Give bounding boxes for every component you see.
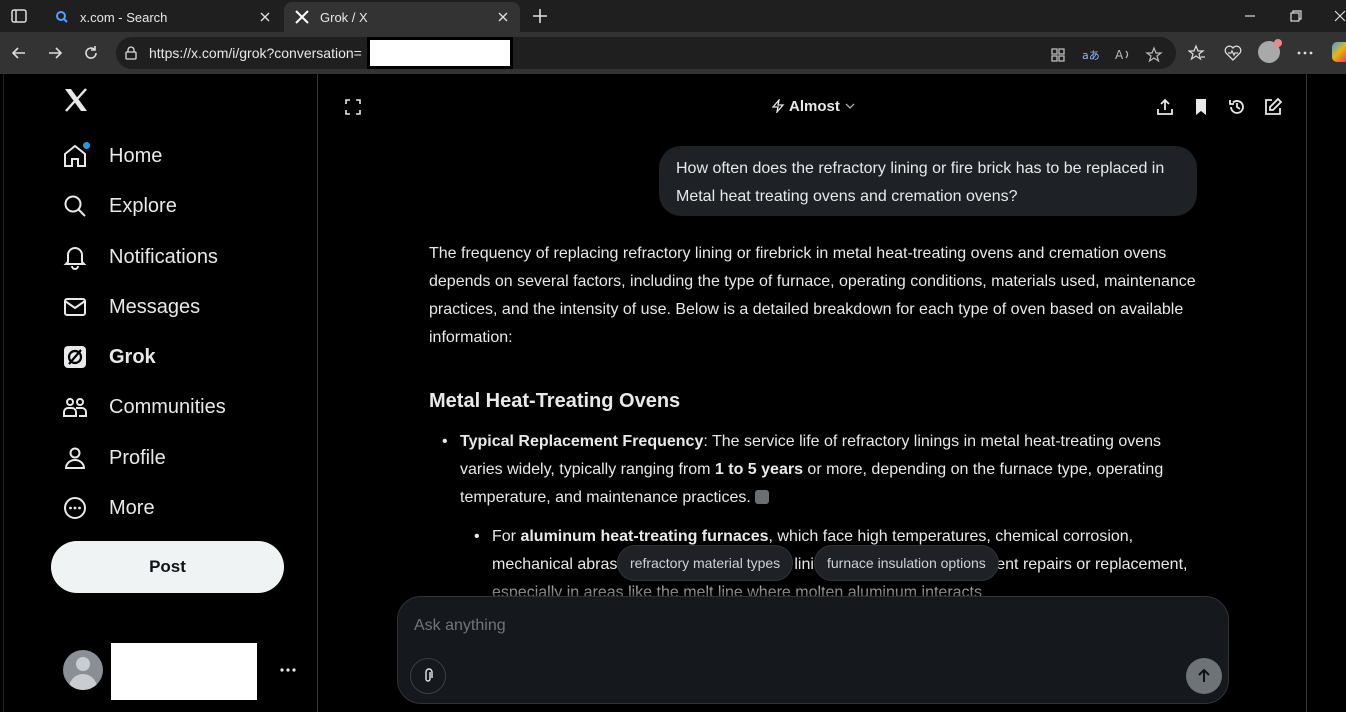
- grok-icon: [64, 346, 86, 368]
- settings-more-icon[interactable]: [1296, 44, 1314, 62]
- model-selector[interactable]: Almost: [771, 96, 856, 116]
- address-bar[interactable]: https://x.com/i/grok?conversation= aあ A: [116, 37, 1176, 69]
- sidebar-item-messages[interactable]: Messages: [62, 287, 200, 327]
- back-icon[interactable]: [10, 44, 28, 62]
- mail-icon: [64, 298, 86, 316]
- sidebar-item-more[interactable]: More: [62, 488, 155, 528]
- svg-text:A: A: [1115, 48, 1124, 62]
- account-more-icon[interactable]: [278, 660, 298, 680]
- redacted-conversation-id: [367, 37, 513, 69]
- tab-actions-icon[interactable]: [10, 7, 28, 25]
- lock-icon[interactable]: [124, 46, 138, 60]
- sidebar-item-home[interactable]: Home: [62, 136, 162, 176]
- post-button[interactable]: Post: [51, 541, 284, 593]
- suggestion-chip[interactable]: refractory material types: [617, 545, 794, 581]
- share-icon[interactable]: [1155, 97, 1175, 117]
- list-item: Typical Replacement Frequency: The servi…: [429, 428, 1199, 512]
- search-icon: [64, 195, 86, 217]
- communities-icon: [63, 398, 87, 417]
- sidebar-item-grok[interactable]: Grok: [62, 337, 156, 377]
- sidebar-item-profile[interactable]: Profile: [62, 438, 166, 478]
- grok-main: Almost How often does the refractory lin…: [319, 74, 1307, 712]
- sidebar-item-label: Grok: [109, 345, 156, 368]
- copilot-icon[interactable]: [1332, 42, 1346, 62]
- bell-icon: [63, 247, 87, 270]
- sidebar-item-label: Messages: [109, 295, 201, 318]
- favorites-icon[interactable]: [1188, 44, 1206, 62]
- response-intro: The frequency of replacing refractory li…: [429, 245, 1196, 346]
- sidebar-item-notifications[interactable]: Notifications: [62, 237, 218, 277]
- sidebar-item-label: Home: [109, 144, 163, 167]
- bullet-label: Typical Replacement Frequency: [460, 433, 704, 450]
- browser-essentials-icon[interactable]: [1224, 44, 1242, 62]
- notification-dot: [83, 142, 90, 149]
- user-message-bubble: How often does the refractory lining or …: [659, 146, 1197, 216]
- composer: [397, 596, 1229, 704]
- refresh-icon[interactable]: [82, 44, 100, 62]
- bullet-label: aluminum heat-treating furnaces: [520, 528, 769, 545]
- forward-icon[interactable]: [46, 44, 64, 62]
- send-button[interactable]: [1186, 658, 1222, 694]
- search-favicon-icon: [56, 11, 68, 23]
- tab-x-search[interactable]: x.com - Search: [44, 2, 282, 32]
- arrow-up-icon: [1198, 668, 1210, 682]
- tab-grok[interactable]: Grok / X: [284, 2, 520, 32]
- read-aloud-icon[interactable]: A: [1114, 46, 1132, 64]
- translate-icon[interactable]: aあ: [1081, 46, 1099, 64]
- sidebar-item-label: Profile: [109, 446, 166, 469]
- sidebar-item-label: Notifications: [109, 245, 218, 268]
- paperclip-icon: [425, 668, 433, 682]
- browser-toolbar: https://x.com/i/grok?conversation= aあ A: [0, 32, 1346, 74]
- history-icon[interactable]: [1227, 97, 1247, 117]
- close-window-icon[interactable]: [1332, 8, 1346, 24]
- sidebar-item-label: More: [109, 496, 155, 519]
- expand-icon[interactable]: [344, 98, 362, 116]
- person-icon: [64, 447, 86, 469]
- sidebar-item-explore[interactable]: Explore: [62, 186, 177, 226]
- tab-title: Grok / X: [320, 9, 368, 25]
- x-app: Home Explore Notifications Messages Grok…: [3, 74, 1307, 712]
- sidebar-item-communities[interactable]: Communities: [62, 387, 226, 427]
- browser-profile-avatar[interactable]: [1258, 39, 1282, 63]
- model-label: Almost: [789, 97, 840, 115]
- citation-icon[interactable]: [754, 490, 769, 504]
- sidebar: Home Explore Notifications Messages Grok…: [4, 74, 318, 712]
- url-text[interactable]: https://x.com/i/grok?conversation=: [149, 45, 362, 61]
- tab-title: x.com - Search: [80, 9, 168, 25]
- suggestion-chip[interactable]: furnace insulation options: [814, 545, 999, 581]
- attach-button[interactable]: [410, 658, 446, 694]
- bullet-prefix: For: [492, 528, 521, 545]
- lightning-icon: [771, 99, 785, 113]
- x-favicon-icon: [295, 10, 309, 24]
- redacted-account-name[interactable]: [111, 643, 257, 700]
- close-tab-icon[interactable]: [258, 10, 272, 24]
- more-circle-icon: [64, 497, 86, 519]
- sidebar-item-label: Communities: [109, 395, 226, 418]
- minimize-icon[interactable]: [1242, 8, 1258, 24]
- new-chat-icon[interactable]: [1263, 97, 1283, 117]
- ask-input[interactable]: [414, 613, 1194, 639]
- bullet-emphasis: 1 to 5 years: [714, 461, 803, 478]
- new-tab-icon[interactable]: [530, 6, 550, 26]
- bookmark-icon[interactable]: [1191, 97, 1211, 117]
- grok-response: The frequency of replacing refractory li…: [429, 240, 1199, 607]
- chevron-down-icon: [845, 103, 855, 109]
- favorite-star-icon[interactable]: [1145, 46, 1163, 64]
- restore-icon[interactable]: [1288, 8, 1304, 24]
- x-logo-icon[interactable]: [62, 86, 90, 114]
- sidebar-item-label: Explore: [109, 194, 177, 217]
- app-available-icon[interactable]: [1049, 46, 1067, 64]
- close-tab-icon[interactable]: [496, 10, 510, 24]
- avatar[interactable]: [63, 650, 103, 690]
- svg-text:aあ: aあ: [1082, 49, 1099, 62]
- section-heading: Metal Heat-Treating Ovens: [429, 390, 681, 412]
- right-column: [1306, 74, 1346, 712]
- browser-tab-strip: x.com - Search Grok / X: [0, 0, 1346, 32]
